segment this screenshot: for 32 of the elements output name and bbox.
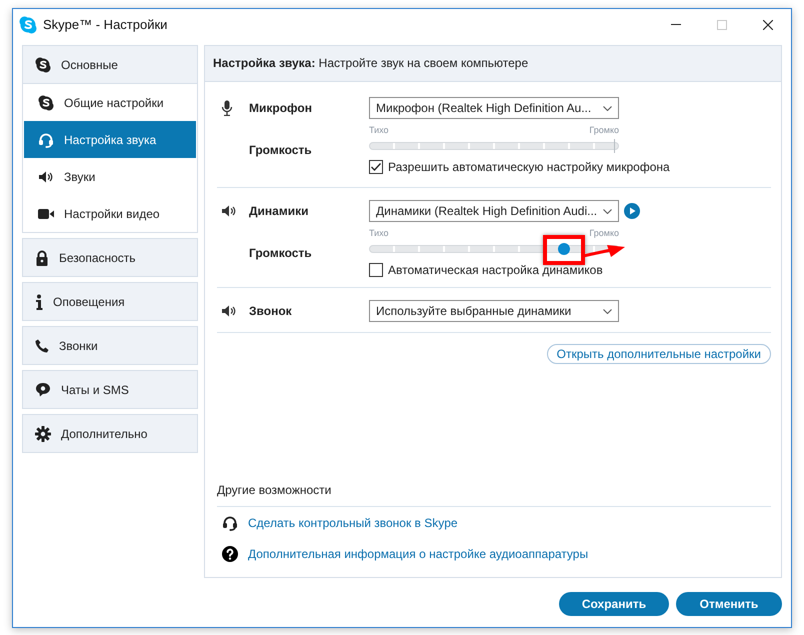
device-dropdown[interactable]: Используйте выбранные динамики [369, 300, 619, 322]
scale-label: Тихо [369, 125, 389, 136]
sidebar-item[interactable]: Общие настройки [24, 84, 196, 121]
scale-label: Громко [589, 228, 619, 239]
volume-label: Громкость [249, 246, 313, 260]
section-title: Другие возможности [217, 483, 771, 507]
section-header: Настройка звука: Настройте звук на своем компьютере [205, 46, 781, 82]
checkbox[interactable]: Разрешить автоматическую настройку микрофона [369, 160, 771, 174]
sidebar-item[interactable]: Настройки видео [24, 195, 196, 232]
window-title: Skype™ - Настройки [43, 17, 168, 32]
scale-label: Громко [589, 125, 619, 136]
device-label: Звонок [249, 304, 293, 318]
sidebar-group-header[interactable]: Оповещения [23, 283, 197, 320]
volume-label: Громкость [249, 143, 313, 157]
save-button[interactable]: Сохранить [559, 592, 669, 616]
device-label: Динамики [249, 204, 310, 218]
sidebar-group-header[interactable]: Чаты и SMS [23, 371, 197, 408]
sidebar-group-header[interactable]: Звонки [23, 327, 197, 364]
sidebar-group-header[interactable]: Безопасность [23, 239, 197, 276]
device-dropdown[interactable]: Динамики (Realtek High Definition Audi... [369, 200, 619, 222]
checkbox[interactable]: Автоматическая настройка динамиков [369, 263, 771, 277]
link[interactable]: Дополнительная информация о настройке аудиоаппаратуры [248, 546, 588, 560]
sidebar-item[interactable]: Настройка звука [24, 121, 196, 158]
scale-label: Тихо [369, 228, 389, 239]
sidebar-group-header[interactable]: Дополнительно [23, 415, 197, 452]
link[interactable]: Сделать контрольный звонок в Skype [248, 516, 458, 530]
sidebar-item[interactable]: Звуки [24, 158, 196, 195]
sidebar-group-header[interactable]: Основные [23, 46, 197, 84]
device-dropdown[interactable]: Микрофон (Realtek High Definition Au... [369, 97, 619, 119]
cancel-button[interactable]: Отменить [676, 592, 782, 616]
advanced-settings-button[interactable]: Открыть дополнительные настройки [546, 344, 771, 364]
device-label: Микрофон [249, 101, 313, 115]
